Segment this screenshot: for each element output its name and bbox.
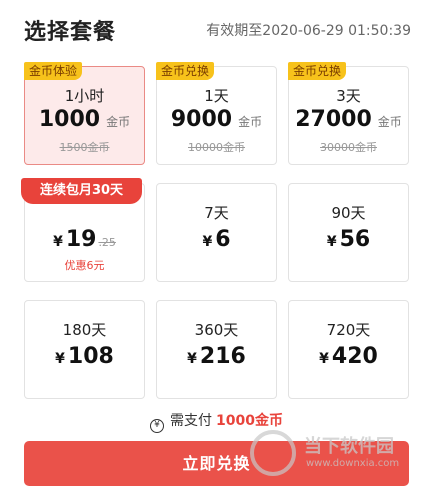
package-price-row: ¥6 <box>157 227 276 252</box>
package-duration: 1天 <box>204 87 229 105</box>
package-price-row: ¥56 <box>289 227 408 252</box>
package-price: 420 <box>331 344 378 369</box>
yen-coin-icon: ¥ <box>150 419 165 433</box>
currency-symbol: ¥ <box>55 351 65 367</box>
package-duration: 360天 <box>194 321 239 339</box>
package-amount: 9000 <box>170 107 233 132</box>
expiry-text: 有效期至2020-06-29 01:50:39 <box>206 23 411 39</box>
currency-symbol: ¥ <box>202 234 213 250</box>
package-amount-row: 27000 金币 <box>289 107 408 132</box>
confirm-exchange-button[interactable]: 立即兑换 <box>24 441 409 486</box>
package-unit: 金币 <box>377 115 402 129</box>
currency-symbol: ¥ <box>187 351 197 367</box>
package-card-180d[interactable]: 180天 ¥108 <box>24 300 145 399</box>
package-unit: 金币 <box>238 115 263 129</box>
package-card-coin-1d[interactable]: 金币兑换 1天 9000 金币 10000金币 <box>156 62 277 165</box>
package-duration: 3天 <box>336 87 361 105</box>
package-original-price: 10000金币 <box>188 141 245 154</box>
payment-summary: ¥ 需支付 1000金币 <box>0 410 433 433</box>
package-duration: 90天 <box>331 204 366 222</box>
page-title: 选择套餐 <box>24 20 117 45</box>
package-card-coin-3d[interactable]: 金币兑换 3天 27000 金币 30000金币 <box>288 62 409 165</box>
package-price-row: ¥216 <box>157 344 276 369</box>
payment-amount: 1000金币 <box>216 413 283 429</box>
package-original-price: 30000金币 <box>320 141 377 154</box>
currency-symbol: ¥ <box>53 234 63 250</box>
package-tag: 金币兑换 <box>288 62 347 80</box>
package-price-row: ¥108 <box>25 344 144 369</box>
package-card-7d[interactable]: 7天 ¥6 <box>156 183 277 282</box>
package-amount: 27000 <box>295 107 372 132</box>
package-price: 56 <box>339 227 371 252</box>
package-price: 108 <box>67 344 114 369</box>
package-duration: 7天 <box>204 204 229 222</box>
currency-symbol: ¥ <box>326 234 337 250</box>
package-card-720d[interactable]: 720天 ¥420 <box>288 300 409 399</box>
package-tag: 金币兑换 <box>156 62 215 80</box>
package-card-360d[interactable]: 360天 ¥216 <box>156 300 277 399</box>
monthly-ribbon: 连续包月30天 <box>21 178 142 204</box>
package-price-row: ¥19.25 <box>25 227 144 252</box>
package-price: 216 <box>199 344 246 369</box>
currency-symbol: ¥ <box>319 351 329 367</box>
package-duration: 180天 <box>62 321 107 339</box>
package-original-price: 1500金币 <box>59 141 110 154</box>
payment-label: 需支付 <box>170 413 213 429</box>
package-unit: 金币 <box>106 115 131 129</box>
package-amount: 1000 <box>38 107 101 132</box>
package-price-row: ¥420 <box>289 344 408 369</box>
package-amount-row: 9000 金币 <box>157 107 276 132</box>
package-card-monthly[interactable]: 连续包月30天 ¥19.25 优惠6元 <box>21 178 145 282</box>
package-duration: 720天 <box>326 321 371 339</box>
package-discount: 优惠6元 <box>64 259 105 272</box>
package-card-90d[interactable]: 90天 ¥56 <box>288 183 409 282</box>
package-price: 19 <box>65 227 97 252</box>
package-duration: 1小时 <box>64 87 105 105</box>
package-card-coin-1h[interactable]: 金币体验 1小时 1000 金币 1500金币 <box>24 62 145 165</box>
package-price-decimal: .25 <box>98 236 116 249</box>
package-amount-row: 1000 金币 <box>25 107 144 132</box>
package-tag: 金币体验 <box>24 62 83 80</box>
package-price: 6 <box>215 227 231 252</box>
header: 选择套餐 有效期至2020-06-29 01:50:39 <box>0 0 433 60</box>
